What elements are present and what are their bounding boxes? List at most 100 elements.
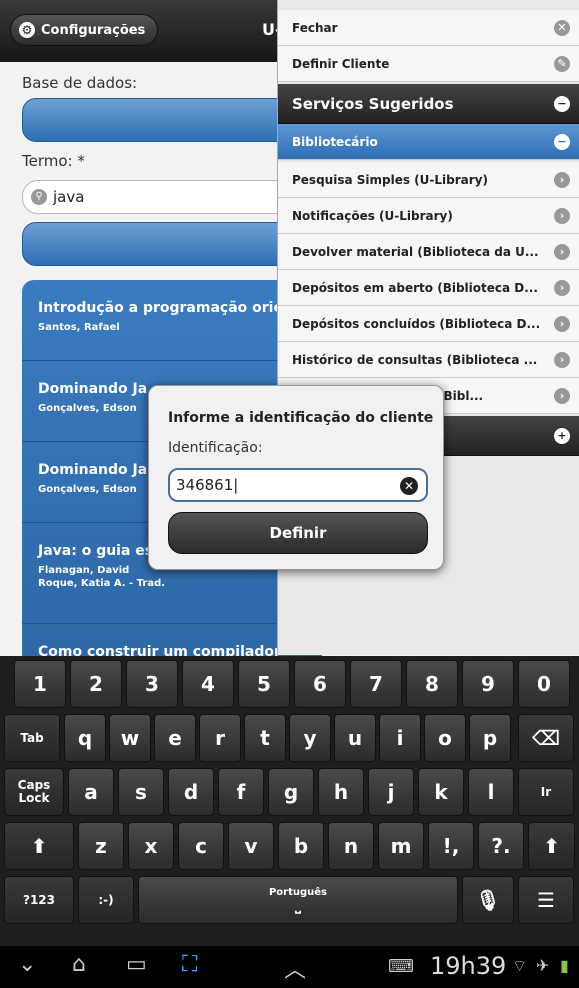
plus-icon: +: [554, 428, 570, 444]
client-id-dialog: Informe a identificação do cliente Ident…: [148, 385, 444, 570]
key-p[interactable]: p: [469, 714, 511, 762]
chevron-right-icon: ›: [554, 172, 570, 188]
home-icon[interactable]: ⌂: [72, 952, 86, 977]
key-9[interactable]: 9: [462, 660, 514, 708]
key-u[interactable]: u: [334, 714, 376, 762]
on-screen-keyboard: 1 2 3 4 5 6 7 8 9 0 Tab q w e r t y u i …: [0, 656, 579, 946]
key-q[interactable]: q: [64, 714, 106, 762]
key-o[interactable]: o: [424, 714, 466, 762]
caps-lock-key[interactable]: Caps Lock: [4, 768, 64, 816]
settings-key[interactable]: ☰: [518, 876, 574, 924]
chevron-up-icon[interactable]: ︿: [284, 952, 306, 984]
key-l[interactable]: l: [468, 768, 514, 816]
screen: ⚙ Configurações U- Base de dados: To Ter…: [0, 0, 579, 988]
close-menu-item[interactable]: Fechar ✕: [278, 10, 579, 46]
key-v[interactable]: v: [228, 822, 274, 870]
key-6[interactable]: 6: [294, 660, 346, 708]
shift-left-key[interactable]: ⬆: [4, 822, 74, 870]
service-item[interactable]: Pesquisa Simples (U-Library) ›: [278, 162, 579, 198]
keyboard-icon: ⌨: [388, 956, 414, 977]
key-k[interactable]: k: [418, 768, 464, 816]
collapse-icon: −: [554, 96, 570, 112]
key-3[interactable]: 3: [126, 660, 178, 708]
space-row: ?123 :-) Português ⎵ 🎙 ☰: [0, 872, 579, 926]
chevron-right-icon: ›: [554, 316, 570, 332]
define-client-menu-item[interactable]: Definir Cliente ✎: [278, 46, 579, 82]
key-4[interactable]: 4: [182, 660, 234, 708]
key-0[interactable]: 0: [518, 660, 570, 708]
id-label: Identificação:: [168, 440, 263, 456]
key-a[interactable]: a: [68, 768, 114, 816]
service-item[interactable]: Depósitos concluídos (Biblioteca D... ›: [278, 306, 579, 342]
shift-right-key[interactable]: ⬆: [528, 822, 575, 870]
emoticon-key[interactable]: :-): [78, 876, 134, 924]
mic-key[interactable]: 🎙: [462, 876, 514, 924]
key-s[interactable]: s: [118, 768, 164, 816]
service-label: Histórico de consultas (Biblioteca ...: [292, 352, 538, 367]
suggested-services-header[interactable]: Serviços Sugeridos −: [278, 84, 579, 124]
bottom-letter-row: ⬆ z x c v b n m !, ?. ⬆: [0, 818, 579, 872]
key-exclamation-comma[interactable]: !,: [428, 822, 474, 870]
key-m[interactable]: m: [378, 822, 424, 870]
key-n[interactable]: n: [328, 822, 374, 870]
key-2[interactable]: 2: [70, 660, 122, 708]
chevron-right-icon: ›: [554, 208, 570, 224]
wifi-icon: ⌔: [512, 956, 528, 975]
service-label: Notificações (U-Library): [292, 208, 453, 223]
search-icon: ⚲: [31, 189, 47, 205]
database-label: Base de dados:: [22, 74, 138, 92]
service-label: Depósitos em aberto (Biblioteca D...: [292, 280, 538, 295]
client-id-input[interactable]: 346861 | ✕: [168, 468, 428, 502]
gear-icon: ⚙: [19, 22, 35, 38]
close-icon: ✕: [554, 20, 570, 36]
key-e[interactable]: e: [154, 714, 196, 762]
chevron-right-icon: ›: [554, 388, 570, 404]
key-b[interactable]: b: [278, 822, 324, 870]
service-item[interactable]: Notificações (U-Library) ›: [278, 198, 579, 234]
service-item[interactable]: Devolver material (Biblioteca da U... ›: [278, 234, 579, 270]
key-t[interactable]: t: [244, 714, 286, 762]
key-5[interactable]: 5: [238, 660, 290, 708]
backspace-key[interactable]: ⌫: [518, 714, 574, 762]
service-item[interactable]: Depósitos em aberto (Biblioteca D... ›: [278, 270, 579, 306]
screenshot-icon[interactable]: ⛶: [182, 952, 197, 977]
clock: 19h39: [430, 952, 507, 980]
key-w[interactable]: w: [109, 714, 151, 762]
suggested-services-label: Serviços Sugeridos: [292, 94, 454, 113]
space-key[interactable]: Português ⎵: [138, 876, 458, 924]
key-question-period[interactable]: ?.: [478, 822, 524, 870]
key-8[interactable]: 8: [406, 660, 458, 708]
key-1[interactable]: 1: [14, 660, 66, 708]
key-g[interactable]: g: [268, 768, 314, 816]
recent-apps-icon[interactable]: ▭: [126, 952, 147, 977]
key-z[interactable]: z: [78, 822, 124, 870]
key-f[interactable]: f: [218, 768, 264, 816]
dialog-title: Informe a identificação do cliente: [168, 410, 434, 426]
key-c[interactable]: c: [178, 822, 224, 870]
librarian-group[interactable]: Bibliotecário −: [278, 124, 579, 160]
key-i[interactable]: i: [379, 714, 421, 762]
qwerty-row: Tab q w e r t y u i o p ⌫: [0, 710, 579, 764]
key-j[interactable]: j: [368, 768, 414, 816]
chevron-down-icon[interactable]: ⌄: [18, 952, 36, 977]
go-key[interactable]: Ir: [518, 768, 574, 816]
clear-icon[interactable]: ✕: [400, 477, 418, 495]
key-x[interactable]: x: [128, 822, 174, 870]
number-row: 1 2 3 4 5 6 7 8 9 0: [0, 656, 579, 710]
chevron-right-icon: ›: [554, 280, 570, 296]
term-label: Termo: *: [22, 152, 85, 170]
define-button[interactable]: Definir: [168, 512, 428, 554]
chevron-right-icon: ›: [554, 352, 570, 368]
service-item[interactable]: Histórico de consultas (Biblioteca ... ›: [278, 342, 579, 378]
service-label: Depósitos concluídos (Biblioteca D...: [292, 316, 541, 331]
search-value: java: [53, 188, 85, 206]
system-bar: ⌄ ⌂ ▭ ⛶ ︿ ⌨ 19h39 ⌔ ✈ ▮: [0, 946, 579, 988]
tab-key[interactable]: Tab: [4, 714, 60, 762]
key-d[interactable]: d: [168, 768, 214, 816]
key-r[interactable]: r: [199, 714, 241, 762]
key-7[interactable]: 7: [350, 660, 402, 708]
key-h[interactable]: h: [318, 768, 364, 816]
symbols-key[interactable]: ?123: [4, 876, 74, 924]
key-y[interactable]: y: [289, 714, 331, 762]
settings-button[interactable]: ⚙ Configurações: [10, 14, 159, 46]
